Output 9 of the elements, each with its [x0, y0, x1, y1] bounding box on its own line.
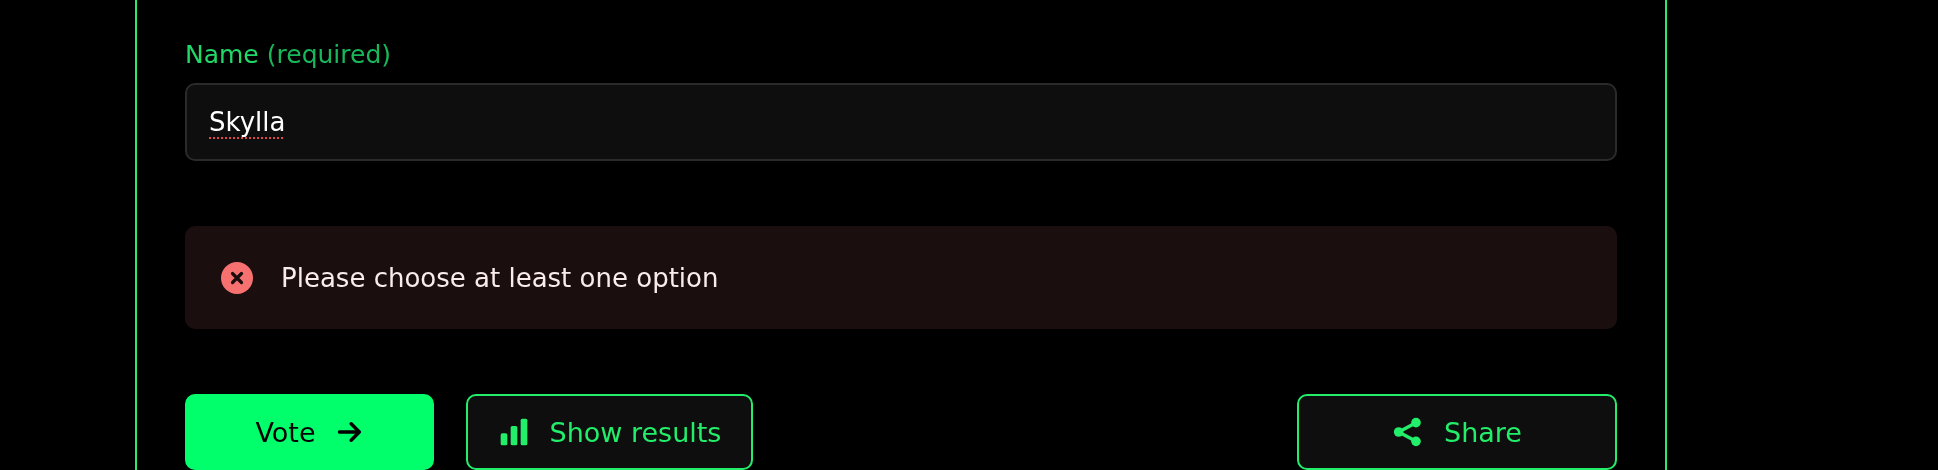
vote-button[interactable]: Vote	[185, 394, 434, 470]
input-value: Skylla	[209, 107, 286, 137]
field-label: Name	[185, 39, 259, 69]
share-button[interactable]: Share	[1297, 394, 1617, 470]
required-hint: (required)	[266, 39, 392, 69]
name-input-field[interactable]: Skylla	[185, 83, 1617, 161]
error-icon	[221, 261, 253, 294]
results-button[interactable]: Show results	[466, 394, 753, 470]
error-message: Please choose at least one option	[281, 262, 719, 293]
